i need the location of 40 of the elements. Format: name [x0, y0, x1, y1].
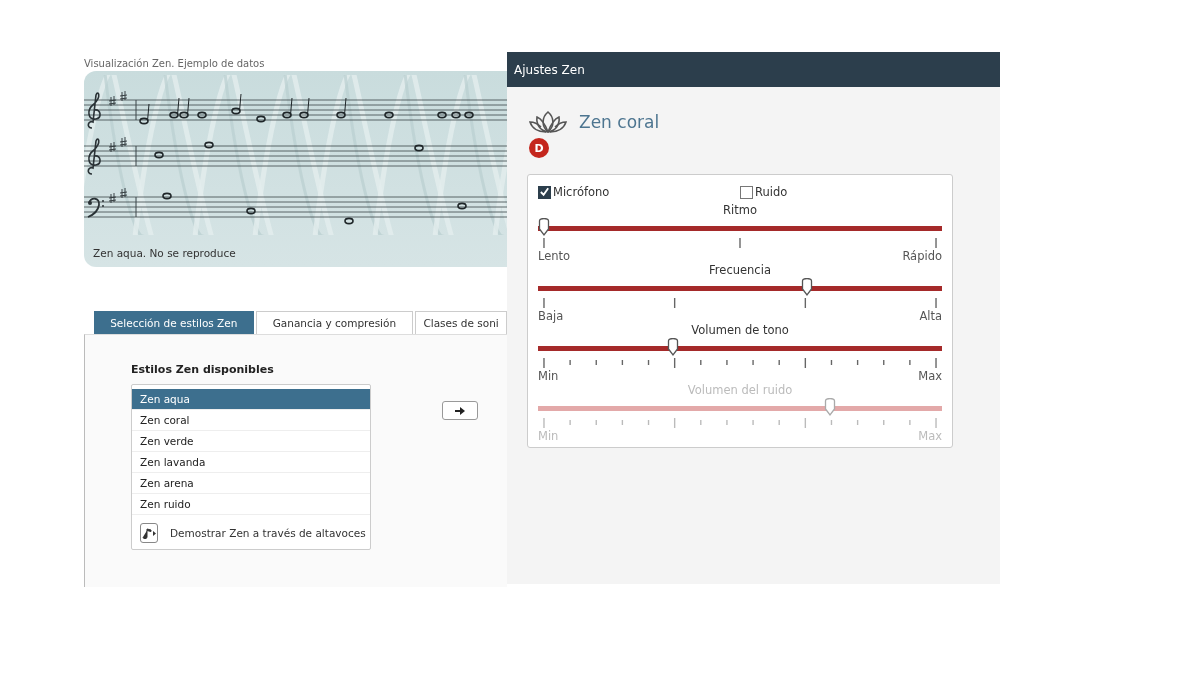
status-badge: D: [529, 138, 549, 158]
min-label: Min: [538, 369, 559, 383]
slider-label: Frecuencia: [708, 263, 772, 279]
max-label: Alta: [919, 309, 942, 323]
arrow-right-icon: [455, 406, 465, 415]
tab[interactable]: Ganancia y compresión: [255, 311, 414, 334]
score-title: Visualización Zen. Ejemplo de datos: [84, 58, 266, 69]
playback-status: Zen aqua. No se reproduce: [92, 246, 237, 259]
music-note-icon: [141, 527, 157, 539]
checkbox[interactable]: [538, 185, 551, 199]
checkbox-label: Micrófono: [553, 185, 610, 199]
slider-thumb[interactable]: [800, 278, 813, 298]
min-label: Min: [538, 429, 559, 443]
checkbox-label: Ruido: [755, 185, 788, 199]
demo-label: Demostrar Zen a través de altavoces: [170, 527, 366, 539]
style-list-item[interactable]: Zen arena: [132, 473, 370, 494]
slider-label: Volumen de tono: [690, 323, 790, 339]
max-label: Max: [918, 429, 942, 443]
max-label: Rápido: [902, 249, 942, 263]
play-sound-button[interactable]: [140, 523, 158, 543]
checkbox[interactable]: [740, 185, 753, 199]
slider-thumb[interactable]: [538, 218, 550, 238]
tab[interactable]: Selección de estilos Zen: [94, 311, 254, 334]
min-label: Lento: [538, 249, 571, 263]
style-list-item[interactable]: Zen lavanda: [132, 452, 370, 473]
slider-label: Volumen del ruido: [686, 383, 794, 399]
style-list-item[interactable]: Zen coral: [132, 410, 370, 431]
slider-thumb[interactable]: [667, 338, 680, 358]
lotus-icon: [529, 110, 567, 134]
panel-title: Ajustes Zen: [514, 62, 585, 77]
tab[interactable]: Clases de soni: [415, 311, 507, 334]
style-list-item[interactable]: Zen verde: [132, 431, 370, 452]
max-label: Max: [918, 369, 942, 383]
add-button[interactable]: [442, 401, 478, 420]
section-heading: Estilos Zen disponibles: [131, 363, 275, 376]
min-label: Baja: [538, 309, 564, 323]
style-list-item[interactable]: Zen ruido: [132, 494, 370, 515]
style-name: Zen coral: [579, 112, 660, 132]
style-list-item[interactable]: Zen aqua: [132, 389, 370, 410]
slider-label: Ritmo: [722, 203, 758, 219]
